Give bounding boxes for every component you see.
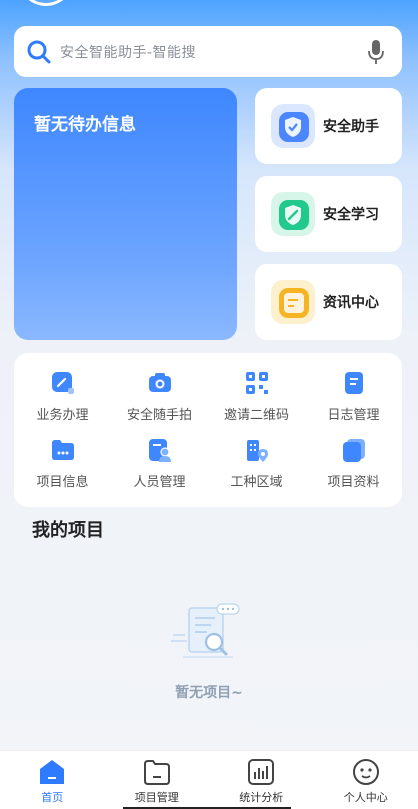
chart-icon bbox=[248, 759, 275, 785]
empty-text: 暂无项目~ bbox=[175, 685, 243, 701]
tab-statistics[interactable]: 统计分析 bbox=[209, 751, 314, 809]
documents-icon bbox=[342, 439, 365, 462]
shield-check-icon bbox=[271, 104, 315, 148]
pencil-shield-icon bbox=[271, 192, 315, 236]
bottom-tab-bar: 首页 项目管理 统计分析 个人中心 bbox=[0, 750, 418, 809]
grid-item-personnel[interactable]: 人员管理 bbox=[111, 430, 208, 497]
folder-icon bbox=[51, 440, 74, 460]
grid-label: 工种区域 bbox=[230, 475, 283, 490]
empty-document-icon bbox=[171, 603, 240, 658]
grid-label: 业务办理 bbox=[36, 408, 89, 423]
grid-label: 邀请二维码 bbox=[223, 408, 289, 423]
grid-label: 项目信息 bbox=[36, 475, 89, 490]
grid-label: 人员管理 bbox=[133, 475, 186, 490]
tab-label: 个人中心 bbox=[343, 791, 388, 804]
grid-label: 项目资料 bbox=[327, 475, 380, 490]
qrcode-icon bbox=[245, 372, 268, 394]
camera-icon bbox=[148, 373, 171, 392]
face-icon bbox=[352, 759, 379, 785]
search-bar[interactable]: 安全智能助手-智能搜 bbox=[14, 26, 402, 77]
quick-label: 资讯中心 bbox=[323, 295, 379, 311]
building-location-icon bbox=[246, 440, 268, 462]
search-icon bbox=[27, 40, 51, 63]
safety-assistant-button[interactable]: 安全助手 bbox=[255, 88, 402, 164]
quick-label: 安全学习 bbox=[323, 207, 379, 223]
grid-item-log[interactable]: 日志管理 bbox=[305, 363, 402, 430]
grid-label: 日志管理 bbox=[327, 408, 380, 423]
tab-home[interactable]: 首页 bbox=[0, 751, 105, 809]
grid-item-documents[interactable]: 项目资料 bbox=[305, 430, 402, 497]
my-projects-title: 我的项目 bbox=[32, 520, 104, 541]
edit-icon bbox=[51, 372, 74, 394]
grid-label: 安全随手拍 bbox=[126, 408, 192, 423]
user-card-icon bbox=[148, 439, 171, 462]
tab-profile[interactable]: 个人中心 bbox=[314, 751, 418, 809]
grid-item-qrcode[interactable]: 邀请二维码 bbox=[208, 363, 305, 430]
function-grid: 业务办理 安全随手拍 邀请二维码 日志管理 项目信息 人员管理 工种区域 项目资… bbox=[14, 353, 402, 507]
empty-state: 暂无项目~ bbox=[0, 600, 418, 702]
news-center-button[interactable]: 资讯中心 bbox=[255, 264, 402, 340]
grid-item-business[interactable]: 业务办理 bbox=[14, 363, 111, 430]
notebook-icon bbox=[344, 372, 363, 394]
grid-item-work-area[interactable]: 工种区域 bbox=[208, 430, 305, 497]
avatar[interactable] bbox=[18, 0, 74, 6]
news-icon bbox=[271, 280, 315, 324]
tab-label: 项目管理 bbox=[134, 791, 179, 804]
tab-project-management[interactable]: 项目管理 bbox=[105, 751, 210, 809]
tab-label: 首页 bbox=[41, 791, 64, 804]
quick-label: 安全助手 bbox=[323, 119, 379, 135]
todo-card[interactable]: 暂无待办信息 bbox=[14, 88, 237, 340]
folder-icon bbox=[143, 760, 170, 785]
safety-learning-button[interactable]: 安全学习 bbox=[255, 176, 402, 252]
grid-item-project-info[interactable]: 项目信息 bbox=[14, 430, 111, 497]
tab-label: 统计分析 bbox=[239, 791, 284, 804]
grid-item-photo[interactable]: 安全随手拍 bbox=[111, 363, 208, 430]
todo-title: 暂无待办信息 bbox=[34, 115, 136, 135]
home-icon bbox=[40, 760, 65, 784]
microphone-icon[interactable] bbox=[366, 39, 386, 65]
search-input[interactable]: 安全智能助手-智能搜 bbox=[60, 42, 366, 62]
